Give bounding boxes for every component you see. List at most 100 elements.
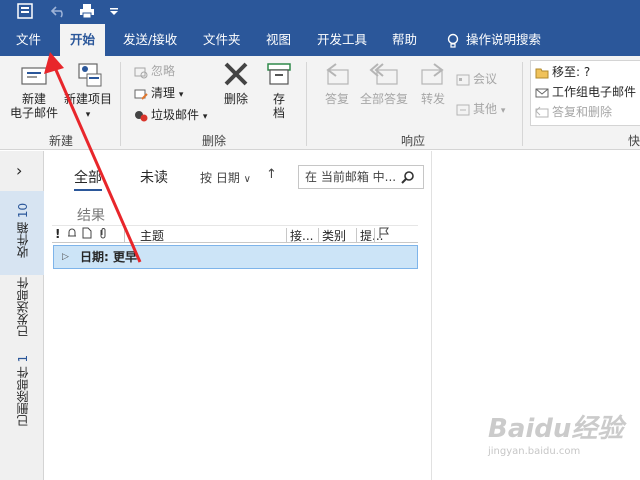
new-items-label: 新建项目	[63, 92, 112, 106]
folder-pane-collapsed: › 收件箱 10 已发送邮件 已删除邮件 1	[0, 151, 44, 480]
more-respond-icon	[456, 104, 470, 115]
quick-step-team-email[interactable]: 工作组电子邮件	[535, 83, 636, 101]
print-icon[interactable]	[78, 2, 98, 22]
results-label: 结果	[77, 208, 105, 224]
quick-step-move-label: 移至: ?	[552, 65, 591, 79]
reply-all-button[interactable]: 全部答复	[356, 60, 412, 106]
cleanup-label: 清理	[151, 86, 176, 100]
ignore-label: 忽略	[151, 64, 176, 78]
delete-button[interactable]: 删除	[216, 60, 256, 106]
junk-button[interactable]: 垃圾邮件 ▾	[134, 106, 207, 124]
new-items-button[interactable]: 新建项目 ▾	[62, 60, 114, 122]
nav-item-inbox[interactable]: 收件箱 10	[0, 191, 44, 275]
undo-icon[interactable]	[50, 2, 70, 22]
sort-by-label: 按 日期	[200, 171, 240, 185]
tell-me-search[interactable]: 操作说明搜索	[436, 24, 551, 56]
junk-icon	[135, 110, 148, 121]
quick-step-reply-delete-label: 答复和删除	[552, 105, 613, 119]
column-divider	[286, 228, 287, 242]
group-label-new: 新建	[48, 134, 73, 148]
delete-x-icon	[224, 62, 248, 86]
forward-label: 转发	[420, 92, 445, 106]
col-category[interactable]: 类别	[322, 227, 346, 244]
sort-by-dropdown[interactable]: 按 日期 ∨	[200, 169, 251, 186]
reply-label: 答复	[324, 92, 349, 106]
forward-icon	[421, 63, 444, 85]
meeting-label: 会议	[473, 72, 498, 86]
archive-button[interactable]: 存 档	[260, 60, 298, 120]
col-flag-icon[interactable]	[378, 227, 390, 242]
inbox-vertical-label: 收件箱 10	[14, 197, 31, 258]
forward-button[interactable]: 转发	[414, 60, 452, 106]
team-email-icon	[535, 88, 549, 97]
cleanup-dropdown-icon: ▾	[178, 90, 184, 100]
reply-delete-icon	[535, 106, 549, 117]
search-icon[interactable]	[401, 170, 415, 184]
ribbon: 新建 电子邮件 新建项目 ▾ 新建 忽略 清理 ▾ 垃圾邮件 ▾ 删除 存 档 …	[0, 56, 640, 150]
meeting-icon	[456, 74, 470, 85]
group-header-row[interactable]: ▷ 日期: 更早	[53, 245, 418, 269]
col-received[interactable]: 接...	[290, 227, 313, 244]
column-header-row: ! 主题 接... 类别 提...	[52, 225, 418, 243]
col-document-icon[interactable]	[82, 227, 92, 242]
chevron-down-icon: ∨	[243, 174, 251, 185]
group-label-respond: 响应	[400, 134, 425, 148]
lightbulb-icon	[447, 33, 459, 48]
cleanup-icon	[134, 89, 148, 100]
quick-step-move-to[interactable]: 移至: ?	[535, 63, 590, 81]
tab-developer[interactable]: 开发工具	[307, 24, 377, 56]
col-subject[interactable]: 主题	[140, 227, 164, 244]
group-label-quick: 快	[628, 134, 640, 148]
inbox-count: 10	[16, 203, 30, 219]
watermark-url: jingyan.baidu.com	[488, 446, 581, 457]
deleted-count: 1	[16, 355, 30, 363]
column-divider	[124, 228, 125, 242]
tab-send-receive[interactable]: 发送/接收	[113, 24, 187, 56]
filter-unread[interactable]: 未读	[140, 167, 168, 187]
message-list-pane: 全部 未读 按 日期 ∨ ↑ 在 当前邮箱 中... 结果 ! 主题 接... …	[44, 151, 432, 480]
paperclip-icon	[100, 228, 106, 239]
tab-help[interactable]: 帮助	[382, 24, 427, 56]
column-divider	[356, 228, 357, 242]
quick-step-team-label: 工作组电子邮件	[552, 85, 637, 99]
col-reminder-icon[interactable]	[66, 227, 78, 242]
flag-icon	[379, 227, 389, 238]
meeting-button[interactable]: 会议	[456, 70, 497, 88]
more-respond-button[interactable]: 其他 ▾	[456, 100, 505, 118]
reply-all-label: 全部答复	[359, 92, 408, 106]
tab-folder[interactable]: 文件夹	[193, 24, 251, 56]
search-input[interactable]: 在 当前邮箱 中...	[298, 165, 424, 189]
new-email-button[interactable]: 新建 电子邮件	[8, 60, 60, 120]
search-placeholder: 在 当前邮箱 中...	[305, 170, 397, 184]
expand-group-icon[interactable]: ▷	[62, 246, 69, 268]
sort-direction-icon[interactable]: ↑	[266, 167, 277, 182]
title-bar	[0, 0, 640, 24]
reply-icon	[326, 63, 349, 85]
col-attachment-icon[interactable]	[98, 227, 108, 242]
more-respond-label: 其他	[473, 102, 498, 116]
nav-item-deleted[interactable]: 已删除邮件 1	[0, 347, 44, 437]
ribbon-tab-bar: 文件 开始 发送/接收 文件夹 视图 开发工具 帮助 操作说明搜索	[0, 24, 640, 56]
junk-dropdown-icon: ▾	[202, 112, 208, 122]
junk-label: 垃圾邮件	[151, 108, 200, 122]
quick-step-reply-delete[interactable]: 答复和删除	[535, 103, 612, 121]
ignore-button[interactable]: 忽略	[134, 62, 175, 80]
cleanup-button[interactable]: 清理 ▾	[134, 84, 183, 102]
new-email-label: 新建 电子邮件	[9, 92, 58, 120]
outlook-icon[interactable]	[16, 2, 36, 22]
filter-all[interactable]: 全部	[74, 167, 102, 191]
expand-folder-pane-icon[interactable]: ›	[16, 161, 22, 180]
tab-file[interactable]: 文件	[6, 24, 51, 56]
tab-home[interactable]: 开始	[60, 24, 106, 56]
ignore-icon	[134, 67, 148, 78]
group-header-label: 日期: 更早	[80, 250, 137, 264]
deleted-vertical-label: 已删除邮件 1	[14, 349, 31, 426]
reply-button[interactable]: 答复	[318, 60, 356, 106]
tab-view[interactable]: 视图	[256, 24, 301, 56]
col-importance[interactable]: !	[55, 227, 60, 241]
column-divider	[374, 228, 375, 242]
nav-item-sent[interactable]: 已发送邮件	[0, 275, 44, 345]
quick-steps-gallery: 移至: ? 工作组电子邮件 答复和删除	[530, 60, 640, 126]
group-divider	[306, 62, 307, 146]
customize-qat-icon[interactable]	[108, 2, 128, 22]
